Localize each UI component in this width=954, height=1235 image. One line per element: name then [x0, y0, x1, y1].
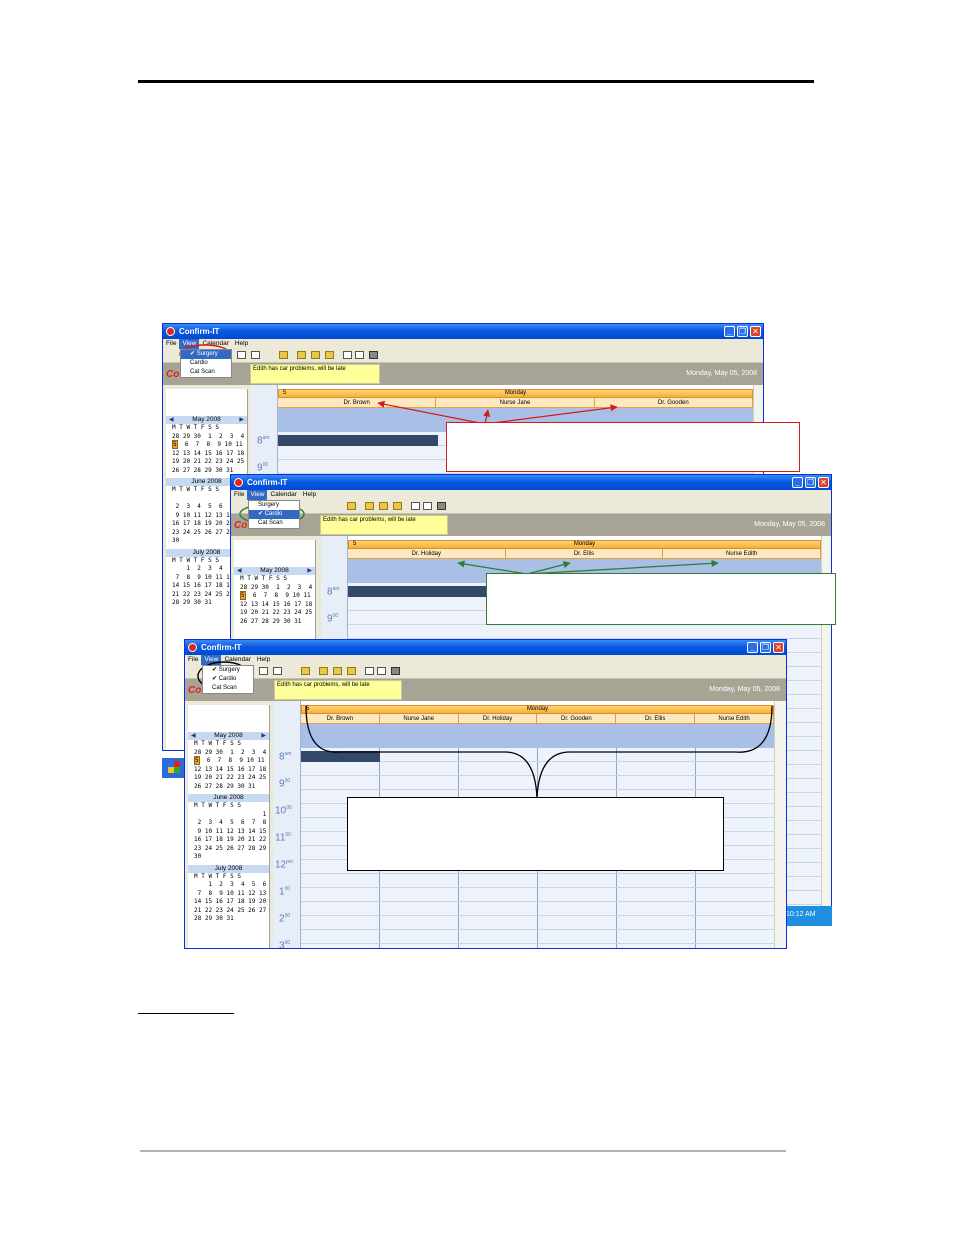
callout-box-green [486, 573, 836, 625]
menu-item-cardio[interactable]: Cardio [181, 359, 231, 368]
bottom-rule [140, 1150, 786, 1152]
menu-item-surgery[interactable]: ✔ Surgery [203, 666, 253, 675]
view-dropdown: Surgery ✔ Cardio Cat Scan [248, 500, 300, 529]
callout-box-black [347, 797, 724, 871]
view-dropdown: ✔ Surgery Cardio Cat Scan [180, 349, 232, 378]
menu-item-surgery[interactable]: Surgery [249, 501, 299, 510]
menu-item-cardio[interactable]: ✔ Cardio [203, 675, 253, 684]
menu-item-catscan[interactable]: Cat Scan [203, 684, 253, 693]
view-dropdown: ✔ Surgery ✔ Cardio Cat Scan [202, 665, 254, 694]
menu-item-cardio[interactable]: ✔ Cardio [249, 510, 299, 519]
brace [305, 705, 773, 799]
menu-item-catscan[interactable]: Cat Scan [249, 519, 299, 528]
menu-item-catscan[interactable]: Cat Scan [181, 368, 231, 377]
arrow [377, 400, 486, 425]
menu-item-surgery[interactable]: ✔ Surgery [181, 350, 231, 359]
callout-box-red [446, 422, 800, 472]
section-underline [138, 1013, 234, 1014]
